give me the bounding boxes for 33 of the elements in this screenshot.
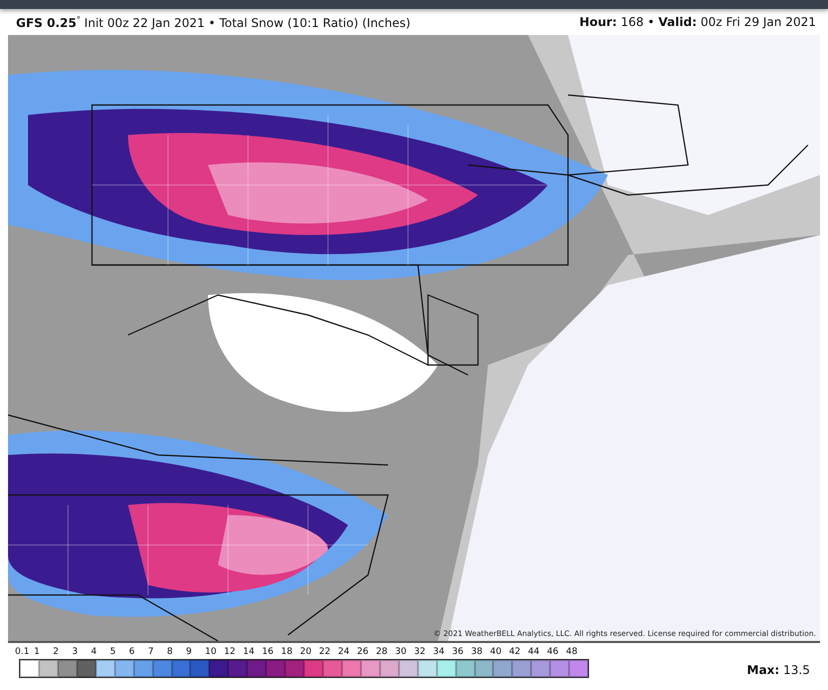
legend-tick-label: 18 (281, 647, 294, 659)
legend-tick-label: 38 (471, 647, 484, 659)
legend-tick-label: 4 (91, 647, 98, 659)
legend-tick-label: 46 (547, 647, 560, 659)
legend-tick-label: 30 (395, 647, 408, 659)
max-value: Max: 13.5 (746, 663, 810, 677)
valid-time: Hour: 168 • Valid: 00z Fri 29 Jan 2021 (579, 15, 816, 29)
legend-tick-label: 24 (338, 647, 350, 659)
legend-tick-label: 10 (205, 647, 218, 659)
legend-tick-label: 44 (528, 647, 540, 659)
legend-tick-label: 28 (376, 647, 388, 659)
legend-tick-label: 42 (509, 647, 522, 659)
legend-tick-label: 36 (452, 647, 464, 659)
legend-tick-label: 32 (414, 647, 426, 659)
legend-tick-label: 26 (357, 647, 370, 659)
legend-tick-label: 7 (148, 647, 155, 659)
legend-tick-label: 40 (490, 647, 502, 659)
legend-tick-label: 48 (566, 647, 578, 659)
legend-tick-label: 12 (224, 647, 236, 659)
legend-tick-label: 9 (186, 647, 193, 659)
legend-tick-label: 2 (53, 647, 60, 659)
legend-tick-label: 1 (34, 647, 41, 659)
model-title: GFS 0.25$^{°}$ Init 00z 22 Jan 2021 • Total Snow (10:1 Ratio) (Inches) (16, 16, 410, 30)
legend-tick-label: 0.1 (15, 647, 30, 659)
legend-tick-label: 22 (319, 647, 332, 659)
legend-tick-label: 3 (72, 647, 79, 659)
legend-tick-label: 14 (243, 647, 256, 659)
legend-tick-label: 34 (433, 647, 446, 659)
legend-tick-label: 16 (262, 647, 274, 659)
legend-tick-label: 6 (129, 647, 136, 659)
legend-tick-label: 20 (300, 647, 312, 659)
legend-tick-label: 5 (110, 647, 117, 659)
legend-tick-label: 8 (167, 647, 174, 659)
